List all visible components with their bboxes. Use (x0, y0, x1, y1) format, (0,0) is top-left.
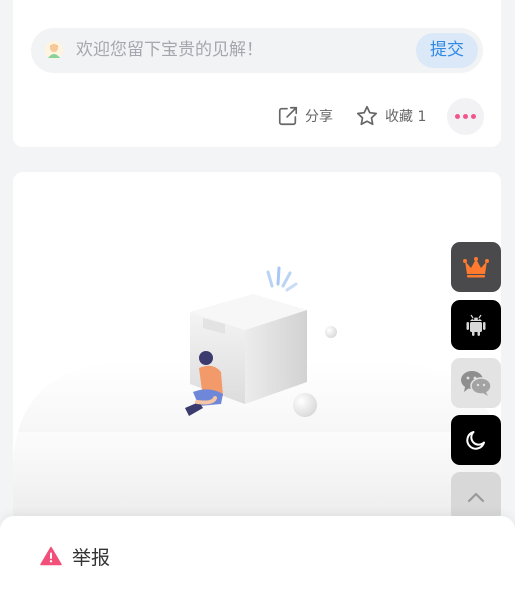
user-avatar-icon (45, 41, 63, 59)
favorite-button[interactable]: 收藏 1 (355, 98, 426, 134)
wechat-button[interactable] (451, 358, 501, 408)
comment-card: 提交 分享 收藏 1 (13, 0, 501, 147)
more-dot (455, 114, 460, 119)
report-button[interactable]: 举报 (40, 541, 110, 571)
star-icon (356, 105, 378, 126)
wechat-icon (461, 371, 492, 396)
comment-bar: 提交 (31, 28, 483, 73)
back-to-top-button[interactable] (451, 472, 501, 522)
more-dot (471, 114, 476, 119)
moon-icon (466, 431, 485, 450)
chevron-up-icon (467, 492, 485, 503)
vip-button[interactable] (451, 242, 501, 292)
android-app-button[interactable] (451, 300, 501, 350)
android-icon (466, 314, 486, 336)
favorite-label: 收藏 1 (385, 109, 427, 125)
report-label: 举报 (72, 546, 111, 569)
dark-mode-button[interactable] (451, 415, 501, 465)
post-actions: 分享 收藏 1 (13, 98, 501, 135)
bottom-sheet: 举报 (0, 516, 515, 598)
more-button[interactable] (447, 98, 484, 135)
more-dot (463, 114, 468, 119)
comment-input[interactable] (76, 28, 406, 73)
share-button[interactable]: 分享 (277, 98, 333, 134)
crown-icon (463, 257, 489, 278)
warning-icon (40, 546, 62, 566)
share-icon (278, 106, 298, 126)
share-label: 分享 (305, 109, 333, 125)
submit-button[interactable]: 提交 (416, 33, 478, 68)
